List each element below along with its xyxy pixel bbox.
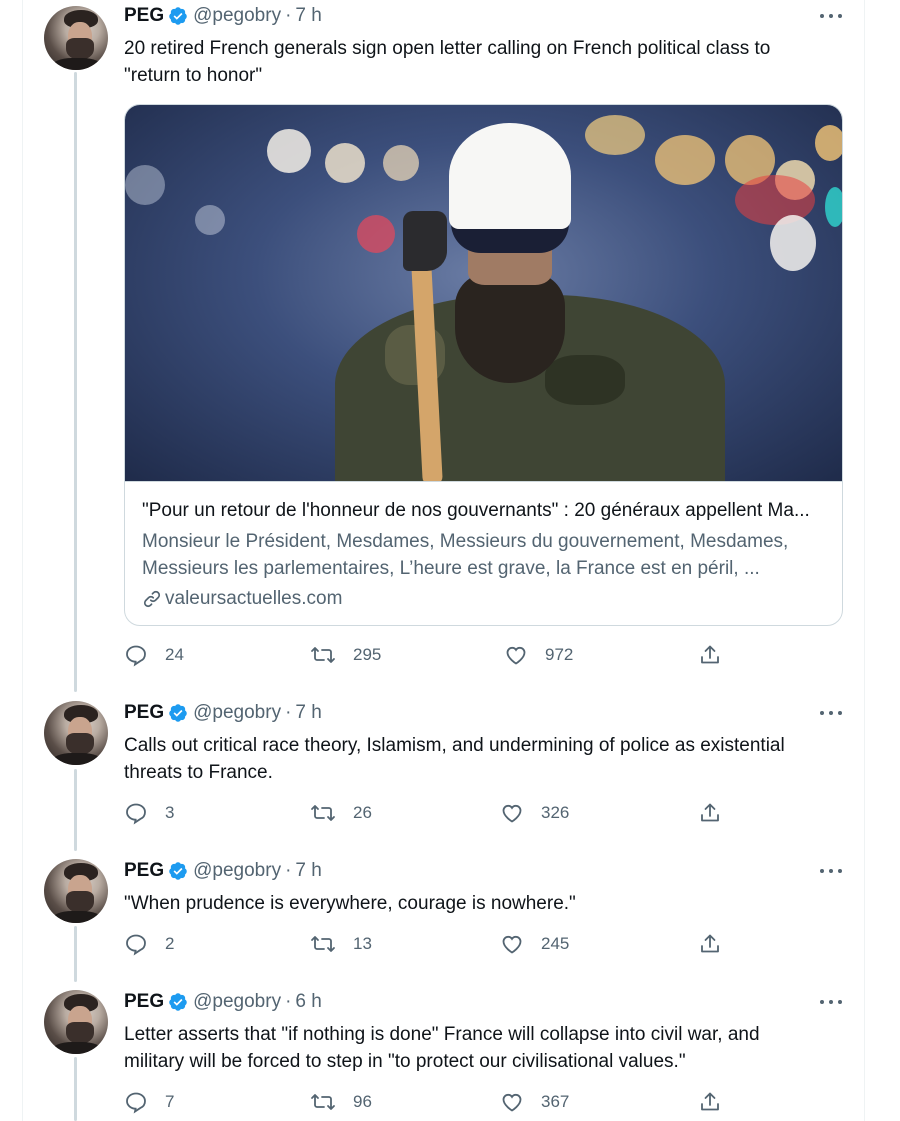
share-icon bbox=[701, 803, 719, 822]
reply-icon bbox=[126, 934, 146, 956]
action-bar: 24 295 972 bbox=[124, 643, 844, 669]
avatar[interactable] bbox=[44, 859, 108, 923]
reply-button[interactable]: 7 bbox=[124, 1090, 174, 1114]
reply-count: 24 bbox=[165, 645, 184, 664]
more-dots-icon[interactable] bbox=[820, 1000, 842, 1006]
link-icon bbox=[143, 590, 161, 608]
reply-count: 2 bbox=[165, 934, 175, 953]
like-count: 326 bbox=[541, 803, 570, 822]
heart-icon bbox=[506, 646, 526, 665]
avatar[interactable] bbox=[44, 6, 108, 70]
reply-icon bbox=[126, 1092, 146, 1114]
heart-icon bbox=[502, 935, 522, 954]
like-button[interactable]: 245 bbox=[500, 932, 569, 956]
tweet[interactable]: PEG @pegobry · 7 h Calls out critical ra… bbox=[0, 697, 900, 847]
reply-icon bbox=[126, 803, 146, 825]
retweet-icon bbox=[311, 805, 335, 821]
retweet-count: 13 bbox=[353, 934, 372, 953]
link-card[interactable]: "Pour un retour de l'honneur de nos gouv… bbox=[124, 104, 843, 626]
tweet-header: PEG @pegobry · 7 h bbox=[124, 2, 322, 30]
share-icon bbox=[701, 645, 719, 664]
share-button[interactable] bbox=[698, 801, 739, 825]
card-title[interactable]: "Pour un retour de l'honneur de nos gouv… bbox=[142, 500, 826, 522]
more-dots-icon[interactable] bbox=[820, 869, 842, 875]
like-button[interactable]: 326 bbox=[500, 801, 569, 825]
retweet-count: 295 bbox=[353, 645, 382, 664]
action-bar: 7 96 367 bbox=[124, 1090, 844, 1116]
verified-badge-icon bbox=[169, 993, 187, 1011]
card-description: Monsieur le Président, Mesdames, Messieu… bbox=[142, 531, 789, 579]
reply-count: 3 bbox=[165, 803, 175, 822]
author-name[interactable]: PEG bbox=[124, 991, 164, 1013]
author-name[interactable]: PEG bbox=[124, 860, 164, 882]
tweet-text: "When prudence is everywhere, courage is… bbox=[124, 893, 576, 914]
card-domain[interactable]: valeursactuelles.com bbox=[142, 588, 342, 610]
reply-button[interactable]: 24 bbox=[124, 643, 184, 667]
separator-dot: · bbox=[285, 991, 292, 1012]
card-body[interactable]: "Pour un retour de l'honneur de nos gouv… bbox=[125, 481, 842, 625]
like-button[interactable]: 367 bbox=[500, 1090, 569, 1114]
retweet-button[interactable]: 13 bbox=[310, 932, 372, 956]
author-handle[interactable]: @pegobry bbox=[193, 5, 281, 27]
timestamp[interactable]: 6 h bbox=[295, 991, 321, 1013]
action-bar: 3 26 326 bbox=[124, 801, 844, 827]
tweet-text: 20 retired French generals sign open let… bbox=[124, 38, 771, 86]
share-button[interactable] bbox=[698, 932, 739, 956]
reply-count: 7 bbox=[165, 1092, 175, 1111]
tweet-header: PEG @pegobry · 6 h bbox=[124, 988, 322, 1016]
separator-dot: · bbox=[285, 702, 292, 723]
tweet[interactable]: PEG @pegobry · 7 h 20 retired French gen… bbox=[0, 0, 900, 690]
author-handle[interactable]: @pegobry bbox=[193, 991, 281, 1013]
tweet[interactable]: PEG @pegobry · 6 h Letter asserts that "… bbox=[0, 986, 900, 1121]
like-count: 367 bbox=[541, 1092, 570, 1111]
author-name[interactable]: PEG bbox=[124, 5, 164, 27]
retweet-button[interactable]: 295 bbox=[310, 643, 381, 667]
reply-button[interactable]: 3 bbox=[124, 801, 174, 825]
verified-badge-icon bbox=[169, 7, 187, 25]
avatar[interactable] bbox=[44, 701, 108, 765]
timestamp[interactable]: 7 h bbox=[295, 860, 321, 882]
retweet-icon bbox=[311, 1094, 335, 1110]
share-icon bbox=[701, 934, 719, 953]
like-count: 972 bbox=[545, 645, 574, 664]
retweet-button[interactable]: 96 bbox=[310, 1090, 372, 1114]
author-handle[interactable]: @pegobry bbox=[193, 702, 281, 724]
reply-icon bbox=[126, 645, 146, 667]
retweet-count: 96 bbox=[353, 1092, 372, 1111]
tweet[interactable]: PEG @pegobry · 7 h "When prudence is eve… bbox=[0, 855, 900, 975]
author-handle[interactable]: @pegobry bbox=[193, 860, 281, 882]
author-name[interactable]: PEG bbox=[124, 702, 164, 724]
like-button[interactable]: 972 bbox=[504, 643, 573, 667]
tweet-header: PEG @pegobry · 7 h bbox=[124, 857, 322, 885]
verified-badge-icon bbox=[169, 862, 187, 880]
more-dots-icon[interactable] bbox=[820, 14, 842, 20]
avatar[interactable] bbox=[44, 990, 108, 1054]
more-dots-icon[interactable] bbox=[820, 711, 842, 717]
tweet-header: PEG @pegobry · 7 h bbox=[124, 699, 322, 727]
like-count: 245 bbox=[541, 934, 570, 953]
retweet-icon bbox=[311, 936, 335, 952]
heart-icon bbox=[502, 804, 522, 823]
retweet-icon bbox=[311, 647, 335, 663]
separator-dot: · bbox=[285, 5, 292, 26]
share-button[interactable] bbox=[698, 1090, 739, 1114]
action-bar: 2 13 245 bbox=[124, 932, 844, 958]
retweet-count: 26 bbox=[353, 803, 372, 822]
share-icon bbox=[701, 1092, 719, 1111]
reply-button[interactable]: 2 bbox=[124, 932, 174, 956]
tweet-text: Calls out critical race theory, Islamism… bbox=[124, 735, 785, 783]
tweet-text: Letter asserts that "if nothing is done"… bbox=[124, 1024, 760, 1072]
separator-dot: · bbox=[285, 860, 292, 881]
card-domain-text: valeursactuelles.com bbox=[165, 588, 343, 609]
timestamp[interactable]: 7 h bbox=[295, 702, 321, 724]
timestamp[interactable]: 7 h bbox=[295, 5, 321, 27]
heart-icon bbox=[502, 1093, 522, 1112]
retweet-button[interactable]: 26 bbox=[310, 801, 372, 825]
card-image bbox=[125, 105, 842, 481]
verified-badge-icon bbox=[169, 704, 187, 722]
share-button[interactable] bbox=[698, 643, 739, 667]
